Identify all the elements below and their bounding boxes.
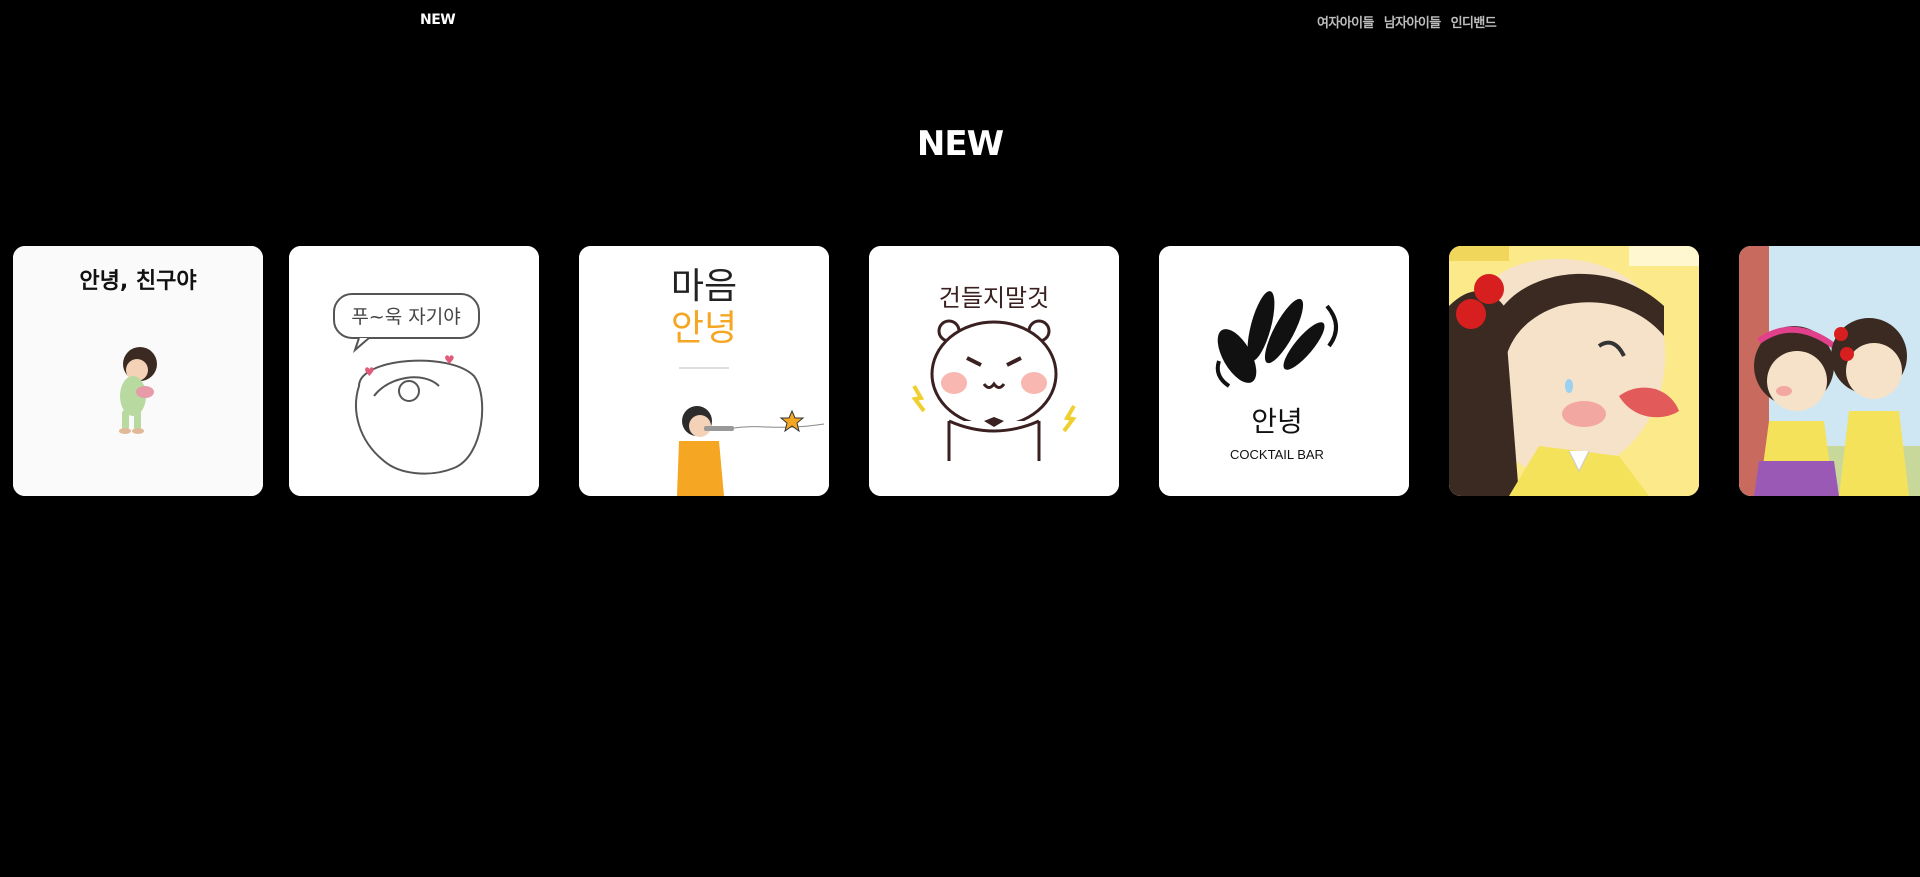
album-art-sleep: 푸~욱 자기야 ♥ ♥ (289, 246, 539, 496)
album-card-7[interactable] (1739, 246, 1920, 496)
new-items-carousel[interactable]: 안녕, 친구야 푸~욱 자기야 ♥ ♥ 마음 안녕 건들지말것 안녕 COCKT… (0, 246, 1920, 496)
album-card-2[interactable]: 푸~욱 자기야 ♥ ♥ (289, 246, 539, 496)
svg-text:♥: ♥ (444, 353, 455, 367)
album-art-subtext: COCKTAIL BAR (1230, 447, 1324, 462)
main-nav: 여자아이들 남자아이들 인디밴드 (1317, 12, 1497, 31)
album-art-cartoon-girl (1449, 246, 1699, 496)
nav-item-girl-groups[interactable]: 여자아이들 (1317, 12, 1374, 31)
top-navigation-bar: NEW 여자아이들 남자아이들 인디밴드 (0, 0, 1920, 40)
nav-item-boy-groups[interactable]: 남자아이들 (1384, 12, 1441, 31)
album-art-heart: 마음 안녕 (579, 246, 829, 496)
album-card-4[interactable]: 건들지말것 (869, 246, 1119, 496)
album-art-text: 안녕, 친구야 (79, 269, 196, 294)
album-art-text: 푸~욱 자기야 (351, 306, 460, 328)
section-title: NEW (916, 124, 1004, 164)
album-art-text: 마음 (671, 266, 737, 307)
svg-text:♥: ♥ (364, 365, 375, 379)
album-art-text: 건들지말것 (939, 284, 1049, 312)
album-card-3[interactable]: 마음 안녕 (579, 246, 829, 496)
album-art-bear: 건들지말것 (869, 246, 1119, 496)
nav-item-indie-bands[interactable]: 인디밴드 (1451, 12, 1497, 31)
album-art-friend: 안녕, 친구야 (13, 246, 263, 496)
album-art-cocktail-bar: 안녕 COCKTAIL BAR (1159, 246, 1409, 496)
album-art-text-2: 안녕 (671, 308, 737, 349)
album-art-cartoon-kids (1739, 246, 1920, 496)
logo-link[interactable]: NEW (420, 12, 456, 28)
album-art-text: 안녕 (1251, 405, 1303, 438)
album-card-1[interactable]: 안녕, 친구야 (13, 246, 263, 496)
album-card-6[interactable] (1449, 246, 1699, 496)
album-card-5[interactable]: 안녕 COCKTAIL BAR (1159, 246, 1409, 496)
